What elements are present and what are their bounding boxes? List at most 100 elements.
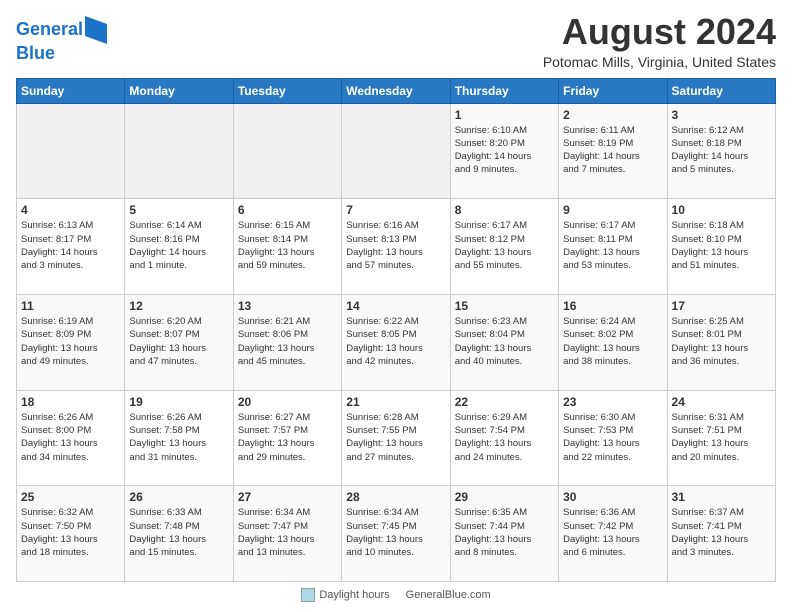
day-info: Sunrise: 6:37 AM Sunset: 7:41 PM Dayligh… [672, 506, 771, 559]
calendar-header-sunday: Sunday [17, 78, 125, 103]
day-number: 28 [346, 490, 445, 504]
day-info: Sunrise: 6:11 AM Sunset: 8:19 PM Dayligh… [563, 124, 662, 177]
calendar-header-thursday: Thursday [450, 78, 558, 103]
header: General Blue August 2024 Potomac Mills, … [16, 12, 776, 70]
day-number: 5 [129, 203, 228, 217]
legend-daylight: Daylight hours [301, 588, 389, 602]
day-number: 1 [455, 108, 554, 122]
calendar-cell: 18Sunrise: 6:26 AM Sunset: 8:00 PM Dayli… [17, 390, 125, 486]
calendar-cell: 12 Sunrise: 6:20 AM Sunset: 8:07 PM Dayli… [125, 294, 233, 390]
day-info: Sunrise: 6:36 AM Sunset: 7:42 PM Dayligh… [563, 506, 662, 559]
legend-daylight-box [301, 588, 315, 602]
day-info: Sunrise: 6:17 AM Sunset: 8:11 PM Dayligh… [563, 219, 662, 272]
calendar-cell: 4 Sunrise: 6:13 AM Sunset: 8:17 PM Daylig… [17, 199, 125, 295]
calendar-cell: 2 Sunrise: 6:11 AM Sunset: 8:19 PM Daylig… [559, 103, 667, 199]
calendar-week-1: 1 Sunrise: 6:10 AM Sunset: 8:20 PM Daylig… [17, 103, 776, 199]
calendar-week-5: 25 Sunrise: 6:32 AM Sunset: 7:50 PM Dayli… [17, 486, 776, 582]
day-info: Sunrise: 6:28 AM Sunset: 7:55 PM Dayligh… [346, 411, 445, 464]
day-info: Sunrise: 6:20 AM Sunset: 8:07 PM Dayligh… [129, 315, 228, 368]
day-info: Sunrise: 6:30 AM Sunset: 7:53 PM Dayligh… [563, 411, 662, 464]
day-number: 12 [129, 299, 228, 313]
calendar-cell: 3Sunrise: 6:12 AM Sunset: 8:18 PM Daylig… [667, 103, 775, 199]
calendar-week-3: 11 Sunrise: 6:19 AM Sunset: 8:09 PM Dayli… [17, 294, 776, 390]
day-number: 24 [672, 395, 771, 409]
logo-text-general: General [16, 20, 83, 40]
day-info: Sunrise: 6:14 AM Sunset: 8:16 PM Dayligh… [129, 219, 228, 272]
day-number: 13 [238, 299, 337, 313]
day-number: 15 [455, 299, 554, 313]
calendar-cell: 31Sunrise: 6:37 AM Sunset: 7:41 PM Dayli… [667, 486, 775, 582]
day-info: Sunrise: 6:26 AM Sunset: 7:58 PM Dayligh… [129, 411, 228, 464]
day-number: 30 [563, 490, 662, 504]
calendar-cell: 5 Sunrise: 6:14 AM Sunset: 8:16 PM Daylig… [125, 199, 233, 295]
day-info: Sunrise: 6:24 AM Sunset: 8:02 PM Dayligh… [563, 315, 662, 368]
main-title: August 2024 [543, 12, 776, 52]
calendar-cell [233, 103, 341, 199]
day-info: Sunrise: 6:23 AM Sunset: 8:04 PM Dayligh… [455, 315, 554, 368]
day-info: Sunrise: 6:18 AM Sunset: 8:10 PM Dayligh… [672, 219, 771, 272]
calendar-header-saturday: Saturday [667, 78, 775, 103]
day-number: 20 [238, 395, 337, 409]
legend-daylight-label: Daylight hours [319, 589, 389, 601]
calendar-cell: 15 Sunrise: 6:23 AM Sunset: 8:04 PM Dayli… [450, 294, 558, 390]
day-number: 4 [21, 203, 120, 217]
calendar-cell: 9Sunrise: 6:17 AM Sunset: 8:11 PM Daylig… [559, 199, 667, 295]
day-number: 26 [129, 490, 228, 504]
day-number: 18 [21, 395, 120, 409]
calendar-cell: 25 Sunrise: 6:32 AM Sunset: 7:50 PM Dayli… [17, 486, 125, 582]
calendar-cell: 20 Sunrise: 6:27 AM Sunset: 7:57 PM Dayli… [233, 390, 341, 486]
footer: Daylight hours GeneralBlue.com [16, 588, 776, 602]
calendar-cell: 13Sunrise: 6:21 AM Sunset: 8:06 PM Dayli… [233, 294, 341, 390]
day-number: 22 [455, 395, 554, 409]
calendar-cell: 24Sunrise: 6:31 AM Sunset: 7:51 PM Dayli… [667, 390, 775, 486]
calendar-cell: 10 Sunrise: 6:18 AM Sunset: 8:10 PM Dayli… [667, 199, 775, 295]
title-block: August 2024 Potomac Mills, Virginia, Uni… [543, 12, 776, 70]
calendar-header-monday: Monday [125, 78, 233, 103]
day-info: Sunrise: 6:13 AM Sunset: 8:17 PM Dayligh… [21, 219, 120, 272]
day-number: 19 [129, 395, 228, 409]
day-info: Sunrise: 6:15 AM Sunset: 8:14 PM Dayligh… [238, 219, 337, 272]
calendar-cell: 8 Sunrise: 6:17 AM Sunset: 8:12 PM Daylig… [450, 199, 558, 295]
day-number: 11 [21, 299, 120, 313]
day-number: 3 [672, 108, 771, 122]
calendar-header-wednesday: Wednesday [342, 78, 450, 103]
calendar-cell: 23Sunrise: 6:30 AM Sunset: 7:53 PM Dayli… [559, 390, 667, 486]
powered-by: GeneralBlue.com [406, 589, 491, 601]
day-number: 21 [346, 395, 445, 409]
day-info: Sunrise: 6:35 AM Sunset: 7:44 PM Dayligh… [455, 506, 554, 559]
calendar-cell: 29 Sunrise: 6:35 AM Sunset: 7:44 PM Dayli… [450, 486, 558, 582]
day-info: Sunrise: 6:25 AM Sunset: 8:01 PM Dayligh… [672, 315, 771, 368]
calendar-cell: 21 Sunrise: 6:28 AM Sunset: 7:55 PM Dayli… [342, 390, 450, 486]
day-info: Sunrise: 6:32 AM Sunset: 7:50 PM Dayligh… [21, 506, 120, 559]
calendar-cell: 30 Sunrise: 6:36 AM Sunset: 7:42 PM Dayli… [559, 486, 667, 582]
day-info: Sunrise: 6:17 AM Sunset: 8:12 PM Dayligh… [455, 219, 554, 272]
calendar-cell [125, 103, 233, 199]
calendar-cell: 26 Sunrise: 6:33 AM Sunset: 7:48 PM Dayli… [125, 486, 233, 582]
calendar-header-tuesday: Tuesday [233, 78, 341, 103]
day-info: Sunrise: 6:33 AM Sunset: 7:48 PM Dayligh… [129, 506, 228, 559]
day-info: Sunrise: 6:34 AM Sunset: 7:45 PM Dayligh… [346, 506, 445, 559]
day-number: 29 [455, 490, 554, 504]
day-number: 8 [455, 203, 554, 217]
day-info: Sunrise: 6:19 AM Sunset: 8:09 PM Dayligh… [21, 315, 120, 368]
day-number: 25 [21, 490, 120, 504]
day-info: Sunrise: 6:10 AM Sunset: 8:20 PM Dayligh… [455, 124, 554, 177]
calendar-cell: 16 Sunrise: 6:24 AM Sunset: 8:02 PM Dayli… [559, 294, 667, 390]
day-number: 17 [672, 299, 771, 313]
day-number: 27 [238, 490, 337, 504]
day-number: 16 [563, 299, 662, 313]
day-info: Sunrise: 6:16 AM Sunset: 8:13 PM Dayligh… [346, 219, 445, 272]
page: General Blue August 2024 Potomac Mills, … [0, 0, 792, 612]
day-info: Sunrise: 6:22 AM Sunset: 8:05 PM Dayligh… [346, 315, 445, 368]
calendar-header-friday: Friday [559, 78, 667, 103]
day-number: 2 [563, 108, 662, 122]
day-info: Sunrise: 6:27 AM Sunset: 7:57 PM Dayligh… [238, 411, 337, 464]
logo-icon [85, 16, 107, 44]
calendar-cell: 11 Sunrise: 6:19 AM Sunset: 8:09 PM Dayli… [17, 294, 125, 390]
day-number: 10 [672, 203, 771, 217]
calendar-cell: 7Sunrise: 6:16 AM Sunset: 8:13 PM Daylig… [342, 199, 450, 295]
calendar-cell: 22Sunrise: 6:29 AM Sunset: 7:54 PM Dayli… [450, 390, 558, 486]
calendar-cell: 1 Sunrise: 6:10 AM Sunset: 8:20 PM Daylig… [450, 103, 558, 199]
calendar-week-4: 18Sunrise: 6:26 AM Sunset: 8:00 PM Dayli… [17, 390, 776, 486]
calendar-cell [17, 103, 125, 199]
